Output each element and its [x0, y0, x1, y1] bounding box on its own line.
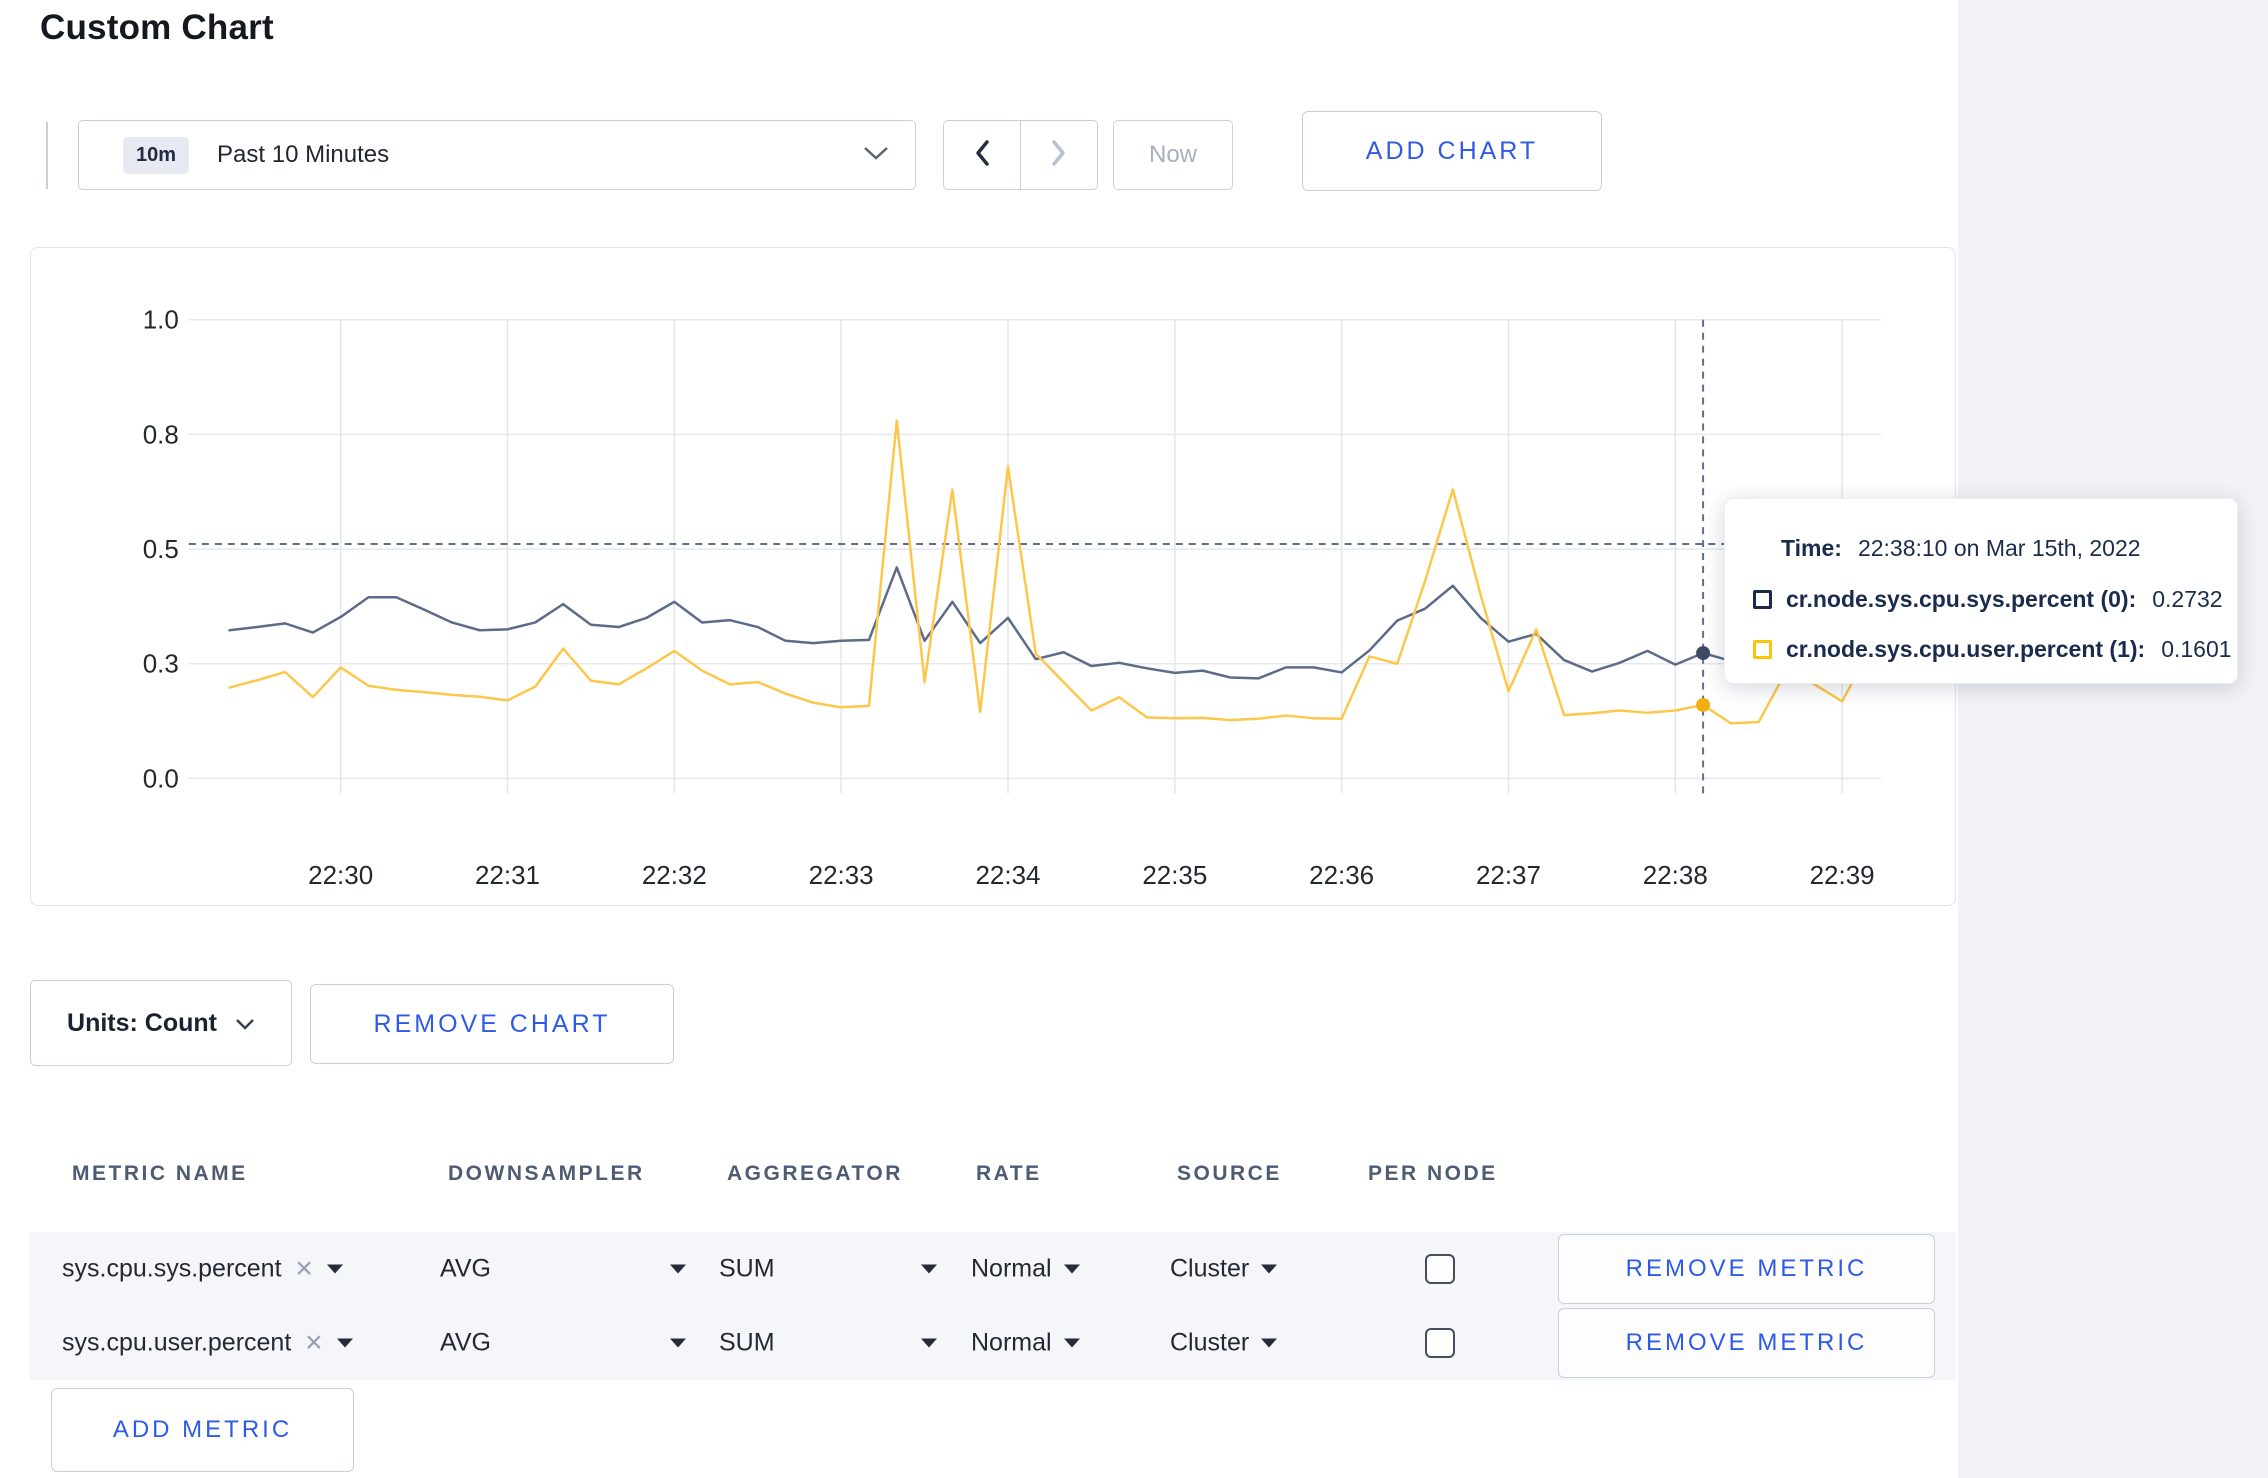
metric-name-value: sys.cpu.sys.percent [62, 1254, 282, 1283]
tooltip-user-label: cr.node.sys.cpu.user.percent (1): [1786, 636, 2146, 662]
svg-text:0.3: 0.3 [143, 651, 179, 679]
remove-metric-button[interactable]: REMOVE METRIC [1558, 1308, 1935, 1378]
chevron-left-icon [972, 138, 992, 173]
svg-text:0.0: 0.0 [143, 765, 179, 793]
caret-down-icon [1261, 1264, 1278, 1274]
rate-value: Normal [971, 1254, 1052, 1283]
caret-down-icon [1261, 1338, 1278, 1348]
add-chart-button[interactable]: ADD CHART [1302, 111, 1602, 191]
caret-down-icon [921, 1264, 937, 1274]
metric-name-value: sys.cpu.user.percent [62, 1328, 292, 1357]
column-header-source: SOURCE [1177, 1161, 1282, 1185]
column-header-metric-name: METRIC NAME [72, 1161, 248, 1185]
svg-text:0.5: 0.5 [143, 536, 179, 564]
tooltip-series-row: cr.node.sys.cpu.user.percent (1): 0.1601 [1753, 636, 2232, 663]
aggregator-select[interactable]: SUM [719, 1255, 937, 1284]
clear-metric-icon[interactable]: ✕ [304, 1330, 323, 1357]
svg-text:22:37: 22:37 [1476, 862, 1541, 890]
column-header-per-node: PER NODE [1368, 1161, 1498, 1185]
time-step-buttons [943, 120, 1098, 190]
caret-down-icon [1063, 1264, 1080, 1274]
column-header-aggregator: AGGREGATOR [727, 1161, 903, 1185]
rate-select[interactable]: Normal [971, 1329, 1080, 1358]
tooltip-sys-label: cr.node.sys.cpu.sys.percent (0): [1786, 586, 2137, 612]
page-background-gutter [1958, 0, 2268, 1478]
chart-tooltip: Time: 22:38:10 on Mar 15th, 2022 cr.node… [1724, 498, 2238, 684]
tooltip-time-label: Time: [1781, 535, 1842, 561]
source-value: Cluster [1170, 1254, 1250, 1283]
downsampler-value: AVG [440, 1254, 491, 1283]
page-title: Custom Chart [40, 8, 274, 47]
table-header-row: METRIC NAME DOWNSAMPLER AGGREGATOR RATE … [30, 1115, 1956, 1232]
chart-card: 0.0 0.3 0.5 0.8 1.0 22:30 22:31 22:32 22:33 22:34… [30, 247, 1956, 906]
tooltip-time-row: Time: 22:38:10 on Mar 15th, 2022 [1781, 535, 2141, 562]
table-row: sys.cpu.sys.percent ✕ AVG SUM Normal Clu… [30, 1232, 1956, 1306]
remove-chart-button[interactable]: REMOVE CHART [310, 984, 674, 1064]
now-button[interactable]: Now [1113, 120, 1233, 190]
remove-metric-button[interactable]: REMOVE METRIC [1558, 1234, 1935, 1304]
caret-down-icon [1063, 1338, 1080, 1348]
caret-down-icon [670, 1338, 686, 1348]
aggregator-select[interactable]: SUM [719, 1329, 937, 1358]
metric-name-select[interactable]: sys.cpu.sys.percent ✕ [62, 1255, 343, 1284]
svg-text:1.0: 1.0 [143, 307, 179, 335]
aggregator-value: SUM [719, 1254, 775, 1283]
svg-text:22:32: 22:32 [642, 862, 707, 890]
add-metric-button[interactable]: ADD METRIC [51, 1388, 354, 1472]
svg-text:22:33: 22:33 [809, 862, 874, 890]
caret-down-icon [336, 1338, 353, 1348]
series-user-swatch-icon [1753, 640, 1772, 659]
time-range-select[interactable]: 10m Past 10 Minutes [78, 120, 916, 190]
chevron-right-icon [1049, 138, 1069, 173]
caret-down-icon [921, 1338, 937, 1348]
downsampler-value: AVG [440, 1328, 491, 1357]
downsampler-select[interactable]: AVG [440, 1329, 686, 1358]
chevron-down-icon [235, 1009, 255, 1038]
column-header-rate: RATE [976, 1161, 1042, 1185]
chevron-down-icon [863, 145, 889, 166]
source-value: Cluster [1170, 1328, 1250, 1357]
aggregator-value: SUM [719, 1328, 775, 1357]
svg-text:22:34: 22:34 [975, 862, 1040, 890]
time-range-label: Past 10 Minutes [217, 141, 390, 168]
metrics-chart[interactable]: 0.0 0.3 0.5 0.8 1.0 22:30 22:31 22:32 22:33 22:34… [31, 248, 1955, 905]
per-node-checkbox[interactable] [1425, 1328, 1455, 1358]
units-label: Units: Count [67, 1008, 217, 1037]
caret-down-icon [670, 1264, 686, 1274]
svg-text:22:36: 22:36 [1309, 862, 1374, 890]
clear-metric-icon[interactable]: ✕ [295, 1256, 314, 1283]
rate-value: Normal [971, 1328, 1052, 1357]
source-select[interactable]: Cluster [1170, 1254, 1278, 1284]
per-node-checkbox[interactable] [1425, 1254, 1455, 1284]
svg-text:22:31: 22:31 [475, 862, 540, 890]
metric-name-select[interactable]: sys.cpu.user.percent ✕ [62, 1329, 353, 1358]
tooltip-time-value: 22:38:10 on Mar 15th, 2022 [1857, 535, 2141, 561]
metrics-table: METRIC NAME DOWNSAMPLER AGGREGATOR RATE … [30, 1115, 1956, 1380]
prev-time-button[interactable] [944, 121, 1021, 189]
svg-text:22:30: 22:30 [308, 862, 373, 890]
tooltip-series-row: cr.node.sys.cpu.sys.percent (0): 0.2732 [1753, 586, 2223, 613]
tooltip-user-value: 0.1601 [2161, 636, 2232, 662]
svg-text:22:35: 22:35 [1142, 862, 1207, 890]
time-window-badge: 10m [123, 136, 190, 174]
svg-text:22:38: 22:38 [1643, 862, 1708, 890]
tooltip-sys-value: 0.2732 [2152, 586, 2223, 612]
downsampler-select[interactable]: AVG [440, 1255, 686, 1284]
caret-down-icon [326, 1264, 343, 1274]
toolbar-divider [46, 122, 48, 189]
column-header-downsampler: DOWNSAMPLER [448, 1161, 645, 1185]
rate-select[interactable]: Normal [971, 1255, 1080, 1284]
source-select[interactable]: Cluster [1170, 1328, 1278, 1358]
table-row: sys.cpu.user.percent ✕ AVG SUM Normal Cl… [30, 1306, 1956, 1380]
svg-text:0.8: 0.8 [143, 421, 179, 449]
svg-text:22:39: 22:39 [1810, 862, 1875, 890]
series-sys-swatch-icon [1753, 590, 1772, 609]
next-time-button[interactable] [1021, 121, 1097, 189]
units-select[interactable]: Units: Count [30, 980, 292, 1066]
